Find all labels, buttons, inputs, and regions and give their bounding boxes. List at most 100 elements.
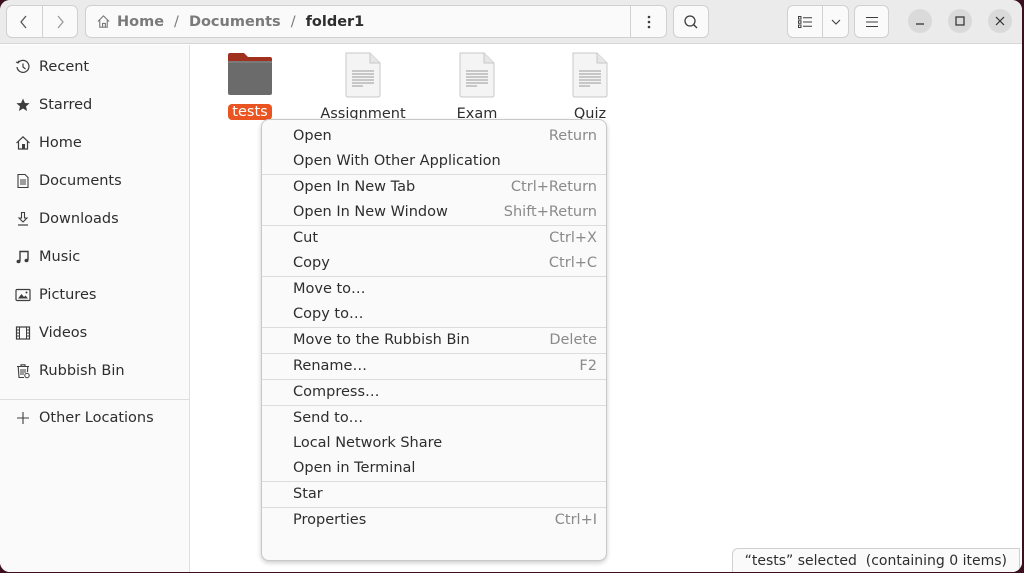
sidebar-item-label: Videos — [39, 325, 88, 341]
sidebar-item-label: Pictures — [39, 287, 97, 303]
search-button[interactable] — [673, 5, 709, 38]
plus-icon — [15, 410, 31, 426]
view-options-button[interactable] — [822, 6, 848, 37]
header-bar: Home / Documents / folder1 — [0, 0, 1022, 44]
forward-button[interactable] — [41, 6, 78, 37]
text-file-icon — [459, 52, 495, 98]
sidebar-item-label: Recent — [39, 59, 90, 75]
chevron-right-icon — [57, 15, 64, 28]
view-buttons — [787, 5, 849, 38]
menu-item-compress[interactable]: Compress… — [262, 379, 606, 404]
star-icon — [15, 97, 31, 113]
search-icon — [684, 14, 698, 28]
menu-item-label: Open in Terminal — [293, 459, 416, 476]
maximize-button[interactable] — [948, 9, 972, 33]
file-item-tests[interactable]: tests — [200, 51, 300, 120]
folder-icon — [228, 53, 272, 95]
breadcrumb-home[interactable]: Home — [113, 14, 168, 30]
back-button[interactable] — [7, 6, 42, 37]
picture-icon — [15, 287, 31, 303]
sidebar-item-other-locations[interactable]: Other Locations — [0, 400, 189, 436]
menu-item-properties[interactable]: Properties Ctrl+I — [262, 507, 606, 532]
menu-item-shortcut: Ctrl+X — [549, 229, 597, 246]
sidebar-item-pictures[interactable]: Pictures — [0, 277, 189, 313]
menu-item-open-with-other-application[interactable]: Open With Other Application — [262, 148, 606, 173]
sidebar-item-label: Starred — [39, 97, 93, 113]
breadcrumb-separator: / — [174, 13, 179, 30]
menu-item-label: Rename… — [293, 357, 367, 374]
menu-item-label: Compress… — [293, 383, 380, 400]
menu-item-label: Send to… — [293, 409, 364, 426]
menu-item-open-in-new-tab[interactable]: Open In New Tab Ctrl+Return — [262, 174, 606, 199]
maximize-icon — [955, 16, 965, 26]
menu-item-rename[interactable]: Rename… F2 — [262, 353, 606, 378]
sidebar-item-music[interactable]: Music — [0, 239, 189, 275]
text-file-icon — [572, 52, 608, 98]
music-icon — [15, 249, 31, 265]
menu-item-open-in-new-window[interactable]: Open In New Window Shift+Return — [262, 199, 606, 224]
menu-item-local-network-share[interactable]: Local Network Share — [262, 430, 606, 455]
sidebar-item-documents[interactable]: Documents — [0, 163, 189, 199]
main-menu-button[interactable] — [854, 5, 889, 38]
sidebar-item-starred[interactable]: Starred — [0, 87, 189, 123]
menu-item-label: Cut — [293, 229, 318, 246]
menu-item-send-to[interactable]: Send to… — [262, 405, 606, 430]
sidebar-item-label: Music — [39, 249, 81, 265]
minimize-icon — [916, 23, 924, 25]
status-bar: “tests” selected (containing 0 items) — [731, 548, 1020, 572]
list-view-icon — [798, 15, 813, 28]
close-icon — [995, 16, 1005, 26]
menu-item-label: Copy to… — [293, 305, 364, 322]
sidebar-item-rubbish-bin[interactable]: Rubbish Bin — [0, 353, 189, 389]
chevron-left-icon — [20, 15, 27, 28]
menu-item-label: Open In New Tab — [293, 178, 416, 195]
menu-item-shortcut: Ctrl+I — [554, 511, 597, 528]
file-item-assignment[interactable]: Assignment — [313, 51, 413, 122]
sidebar-item-downloads[interactable]: Downloads — [0, 201, 189, 237]
menu-item-shortcut: F2 — [579, 357, 597, 374]
sidebar-item-label: Other Locations — [39, 410, 154, 426]
sidebar-item-videos[interactable]: Videos — [0, 315, 189, 351]
file-item-quiz[interactable]: Quiz — [540, 51, 640, 122]
breadcrumb-separator: / — [290, 13, 296, 30]
sidebar-item-home[interactable]: Home — [0, 125, 189, 161]
path-bar: Home / Documents / folder1 — [85, 5, 667, 38]
menu-item-open[interactable]: Open Return — [262, 123, 606, 148]
path-menu-button[interactable] — [630, 6, 666, 37]
file-item-exam[interactable]: Exam — [427, 51, 527, 122]
sidebar-item-label: Rubbish Bin — [39, 363, 125, 379]
menu-item-move-to[interactable]: Move to… — [262, 276, 606, 301]
home-icon — [15, 135, 31, 151]
menu-item-shortcut: Ctrl+C — [548, 254, 597, 271]
file-name: tests — [228, 104, 272, 120]
menu-item-star[interactable]: Star — [262, 481, 606, 506]
menu-item-copy[interactable]: Copy Ctrl+C — [262, 250, 606, 275]
sidebar-item-label: Documents — [39, 173, 122, 189]
menu-item-label: Open With Other Application — [293, 152, 501, 169]
film-icon — [15, 325, 31, 341]
menu-item-move-to-rubbish-bin[interactable]: Move to the Rubbish Bin Delete — [262, 327, 606, 352]
menu-item-label: Copy — [293, 254, 330, 271]
menu-item-shortcut: Return — [548, 127, 597, 144]
close-button[interactable] — [988, 9, 1012, 33]
clock-icon — [15, 59, 31, 75]
breadcrumb-documents[interactable]: Documents — [185, 14, 285, 30]
vertical-dots-icon — [647, 15, 650, 28]
menu-item-label: Move to the Rubbish Bin — [293, 331, 470, 348]
selection-status: “tests” selected (containing 0 items) — [744, 552, 1007, 569]
sidebar: Recent Starred Home Documents Downloads … — [0, 45, 190, 572]
menu-item-copy-to[interactable]: Copy to… — [262, 301, 606, 326]
sidebar-item-recent[interactable]: Recent — [0, 49, 189, 85]
trash-icon — [15, 363, 31, 379]
list-view-button[interactable] — [788, 6, 822, 37]
sidebar-item-label: Downloads — [39, 211, 119, 227]
breadcrumb-folder1[interactable]: folder1 — [302, 14, 369, 30]
menu-item-open-in-terminal[interactable]: Open in Terminal — [262, 455, 606, 480]
menu-item-cut[interactable]: Cut Ctrl+X — [262, 225, 606, 250]
menu-item-label: Properties — [293, 511, 367, 528]
chevron-down-icon — [831, 19, 841, 25]
menu-item-label: Open — [293, 127, 332, 144]
document-icon — [15, 173, 31, 189]
minimize-button[interactable] — [908, 9, 932, 33]
menu-item-label: Star — [293, 485, 323, 502]
